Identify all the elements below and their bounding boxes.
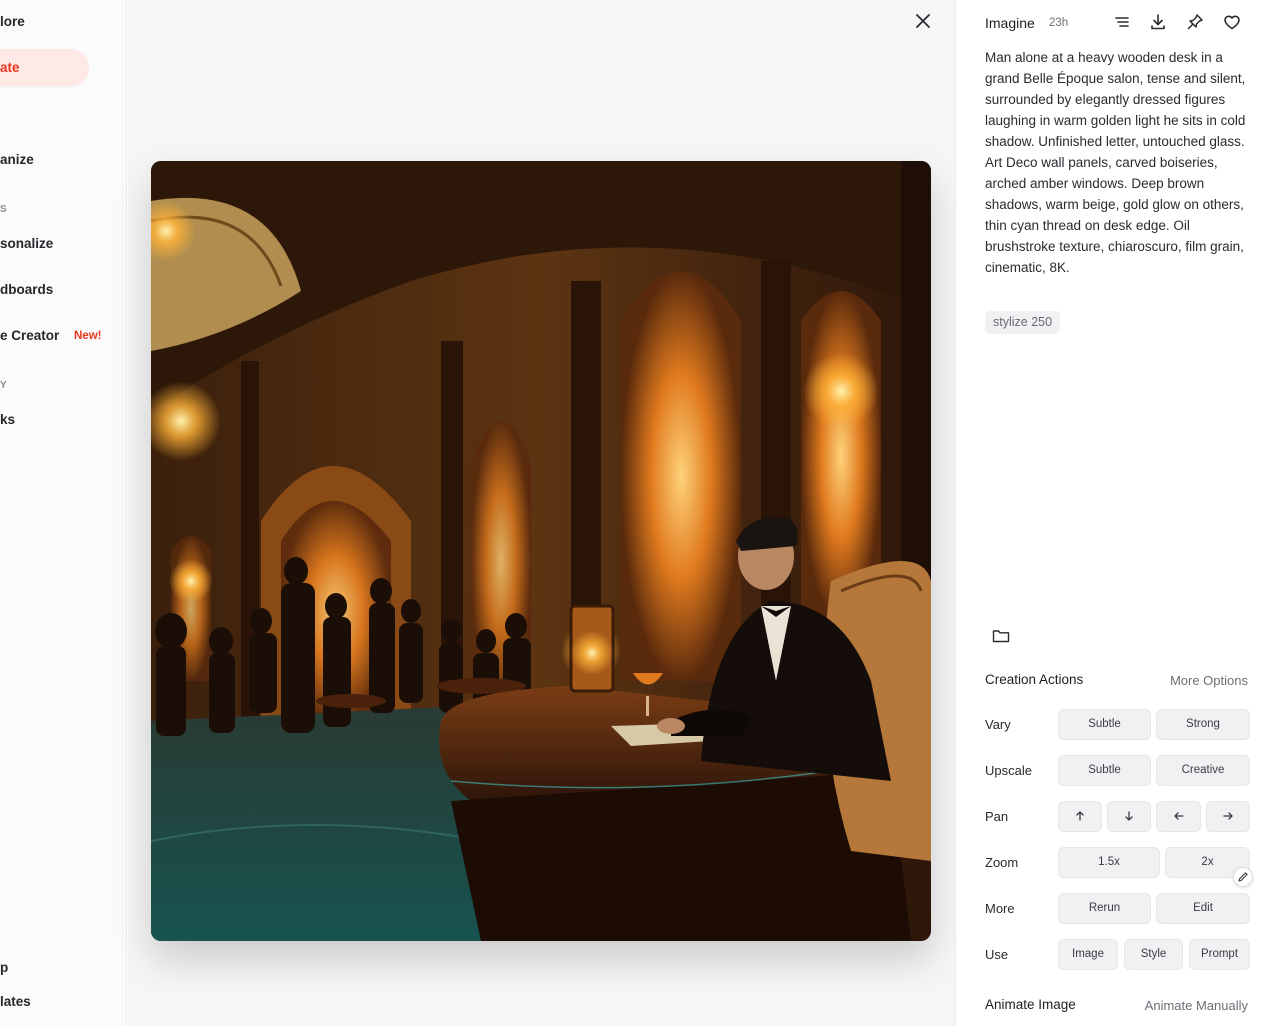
use-style-button[interactable]: Style xyxy=(1124,939,1183,970)
edit-button[interactable]: Edit xyxy=(1156,893,1250,924)
pin-icon[interactable] xyxy=(1185,12,1205,32)
rerun-button[interactable]: Rerun xyxy=(1058,893,1151,924)
vary-label: Vary xyxy=(985,717,1011,732)
sidebar-item-organize[interactable]: anize xyxy=(0,152,34,167)
job-age: 23h xyxy=(1049,17,1069,29)
use-prompt-button[interactable]: Prompt xyxy=(1189,939,1250,970)
use-image-button[interactable]: Image xyxy=(1058,939,1118,970)
pan-up-button[interactable] xyxy=(1058,801,1102,832)
sidebar-item-moodboards[interactable]: dboards xyxy=(0,282,53,297)
animate-manually-link[interactable]: Animate Manually xyxy=(1145,998,1248,1013)
pan-left-button[interactable] xyxy=(1156,801,1201,832)
zoom-label: Zoom xyxy=(985,855,1019,870)
parameter-chip[interactable]: stylize 250 xyxy=(985,311,1061,334)
zoom-1-5x-button[interactable]: 1.5x xyxy=(1058,847,1160,878)
creation-actions-title: Creation Actions xyxy=(985,672,1084,687)
sidebar-item-style-creator[interactable]: e Creator xyxy=(0,328,59,343)
upscale-creative-button[interactable]: Creative xyxy=(1156,755,1250,786)
download-icon[interactable] xyxy=(1148,12,1168,32)
custom-zoom-button[interactable] xyxy=(1233,867,1253,887)
generated-image[interactable] xyxy=(151,161,931,941)
sidebar-item-explore[interactable]: lore xyxy=(0,14,25,29)
sidebar-section-header: Y xyxy=(0,380,8,391)
vary-strong-button[interactable]: Strong xyxy=(1156,709,1250,740)
job-type: Imagine xyxy=(985,15,1035,31)
pencil-icon xyxy=(1238,872,1248,882)
more-options-link[interactable]: More Options xyxy=(1170,673,1248,688)
upscale-subtle-button[interactable]: Subtle xyxy=(1058,755,1151,786)
sidebar-item-tasks[interactable]: ks xyxy=(0,412,15,427)
arrow-up-icon xyxy=(1076,811,1084,821)
pan-down-button[interactable] xyxy=(1107,801,1151,832)
sidebar-item-personalize[interactable]: sonalize xyxy=(0,236,53,251)
arrow-right-icon xyxy=(1223,812,1233,820)
new-badge: New! xyxy=(74,330,102,342)
upscale-label: Upscale xyxy=(985,763,1032,778)
sidebar-item-create[interactable]: ate xyxy=(0,49,89,86)
sidebar-item-updates[interactable]: lates xyxy=(0,994,31,1009)
arrow-left-icon xyxy=(1173,812,1184,820)
animate-image-title: Animate Image xyxy=(985,997,1076,1012)
vary-subtle-button[interactable]: Subtle xyxy=(1058,709,1151,740)
folder-icon[interactable] xyxy=(992,628,1010,644)
use-label: Use xyxy=(985,947,1009,962)
sidebar: lore ate anize S sonalize dboards e Crea… xyxy=(0,0,127,1026)
arrow-down-icon xyxy=(1125,811,1133,821)
sidebar-section-header: S xyxy=(0,204,8,215)
more-label: More xyxy=(985,901,1015,916)
heart-icon[interactable] xyxy=(1222,12,1242,32)
pan-right-button[interactable] xyxy=(1206,801,1250,832)
prompt-text[interactable]: Man alone at a heavy wooden desk in a gr… xyxy=(985,47,1250,278)
pan-label: Pan xyxy=(985,809,1009,824)
list-icon[interactable] xyxy=(1112,12,1132,32)
close-icon[interactable] xyxy=(912,10,934,32)
sidebar-item-help[interactable]: p xyxy=(0,960,8,975)
details-panel: Imagine 23h Man alone at a heavy wooden … xyxy=(955,0,1262,1026)
